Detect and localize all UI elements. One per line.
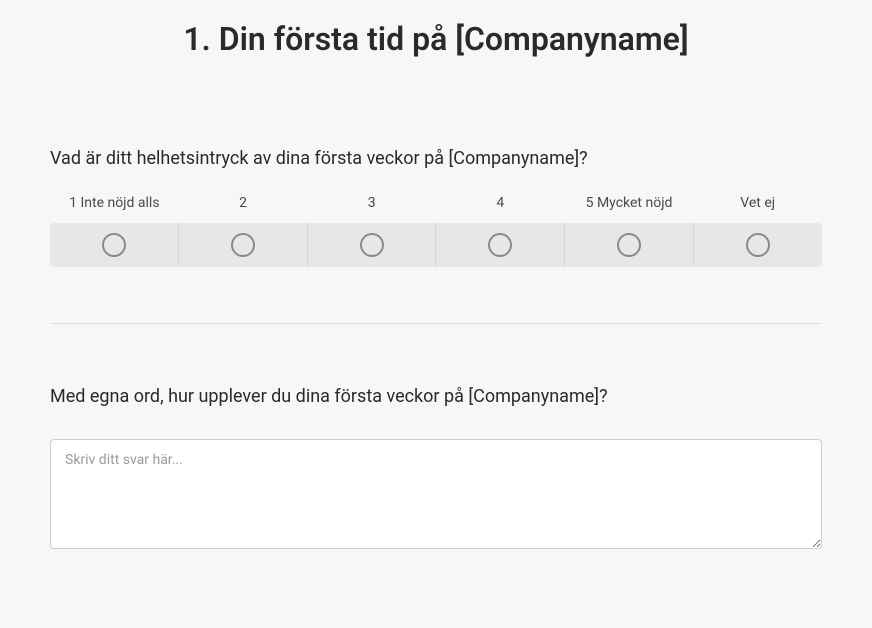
- radio-icon: [746, 233, 770, 257]
- radio-icon: [102, 233, 126, 257]
- likert-option-2[interactable]: [179, 223, 308, 267]
- question-2-text: Med egna ord, hur upplever du dina först…: [50, 386, 822, 407]
- question-1-text: Vad är ditt helhetsintryck av dina först…: [50, 148, 822, 169]
- likert-header-5: 5 Mycket nöjd: [565, 187, 694, 223]
- answer-textarea[interactable]: [50, 439, 822, 549]
- likert-header-1: 1 Inte nöjd alls: [50, 187, 179, 223]
- likert-row: [50, 223, 822, 267]
- likert-header-6: Vet ej: [693, 187, 822, 223]
- radio-icon: [360, 233, 384, 257]
- survey-container: 1. Din första tid på [Companyname] Vad ä…: [0, 0, 872, 553]
- likert-headers: 1 Inte nöjd alls 2 3 4 5 Mycket nöjd Vet…: [50, 187, 822, 223]
- likert-option-6[interactable]: [694, 223, 822, 267]
- question-2-block: Med egna ord, hur upplever du dina först…: [50, 386, 822, 553]
- likert-option-3[interactable]: [308, 223, 437, 267]
- radio-icon: [488, 233, 512, 257]
- likert-header-2: 2: [179, 187, 308, 223]
- divider: [50, 323, 822, 324]
- radio-icon: [231, 233, 255, 257]
- likert-header-4: 4: [436, 187, 565, 223]
- question-1-block: Vad är ditt helhetsintryck av dina först…: [50, 148, 822, 267]
- likert-option-5[interactable]: [565, 223, 694, 267]
- likert-option-4[interactable]: [436, 223, 565, 267]
- page-title: 1. Din första tid på [Companyname]: [50, 20, 822, 58]
- radio-icon: [617, 233, 641, 257]
- likert-option-1[interactable]: [50, 223, 179, 267]
- likert-header-3: 3: [307, 187, 436, 223]
